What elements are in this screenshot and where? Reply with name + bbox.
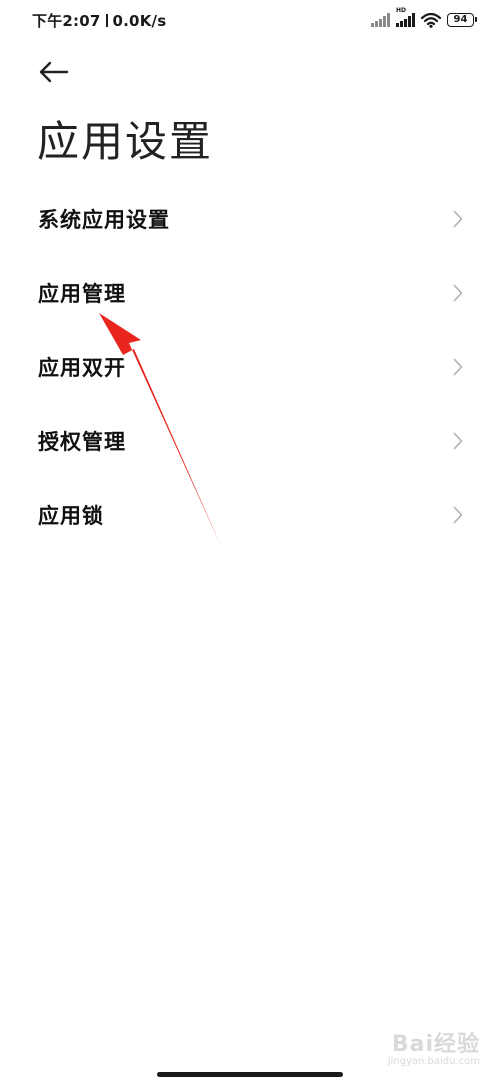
battery-level: 94 bbox=[453, 14, 468, 25]
hd-label: HD bbox=[396, 7, 407, 14]
arrow-left-icon[interactable] bbox=[36, 58, 70, 86]
chevron-right-icon bbox=[453, 506, 463, 524]
home-indicator[interactable] bbox=[157, 1072, 343, 1077]
watermark-logo: Bai经验 jingyan.baidu.com bbox=[388, 1026, 480, 1067]
signal-hd-icon: HD bbox=[396, 7, 415, 27]
chevron-right-icon bbox=[453, 284, 463, 302]
list-item-label: 系统应用设置 bbox=[38, 208, 170, 232]
list-item-permissions[interactable]: 授权管理 bbox=[0, 404, 500, 478]
status-time: 下午2:07 bbox=[32, 12, 101, 30]
list-item-app-management[interactable]: 应用管理 bbox=[0, 256, 500, 330]
status-bar: 下午2:07 0.0K/s HD 94 bbox=[0, 0, 500, 40]
list-item-label: 应用双开 bbox=[38, 356, 126, 380]
list-item-label: 授权管理 bbox=[38, 430, 126, 454]
battery-icon: 94 bbox=[447, 13, 477, 27]
chevron-right-icon bbox=[453, 432, 463, 450]
signal-icon bbox=[371, 13, 390, 27]
list-item-dual-apps[interactable]: 应用双开 bbox=[0, 330, 500, 404]
status-separator bbox=[105, 14, 108, 27]
status-icons: HD 94 bbox=[371, 7, 477, 29]
chevron-right-icon bbox=[453, 210, 463, 228]
list-item-label: 应用锁 bbox=[38, 504, 104, 528]
watermark-brand: Bai经验 bbox=[391, 1032, 480, 1057]
page-title: 应用设置 bbox=[37, 117, 214, 166]
watermark-sub: jingyan.baidu.com bbox=[387, 1056, 480, 1067]
list-item-label: 应用管理 bbox=[38, 282, 126, 306]
chevron-right-icon bbox=[453, 358, 463, 376]
wifi-icon bbox=[421, 12, 441, 28]
network-speed: 0.0K/s bbox=[112, 11, 167, 30]
list-item-app-lock[interactable]: 应用锁 bbox=[0, 478, 500, 552]
settings-list: 系统应用设置 应用管理 应用双开 授权管理 应用锁 bbox=[0, 182, 500, 552]
list-item-system-app-settings[interactable]: 系统应用设置 bbox=[0, 182, 500, 256]
status-left: 下午2:07 0.0K/s bbox=[32, 10, 166, 31]
